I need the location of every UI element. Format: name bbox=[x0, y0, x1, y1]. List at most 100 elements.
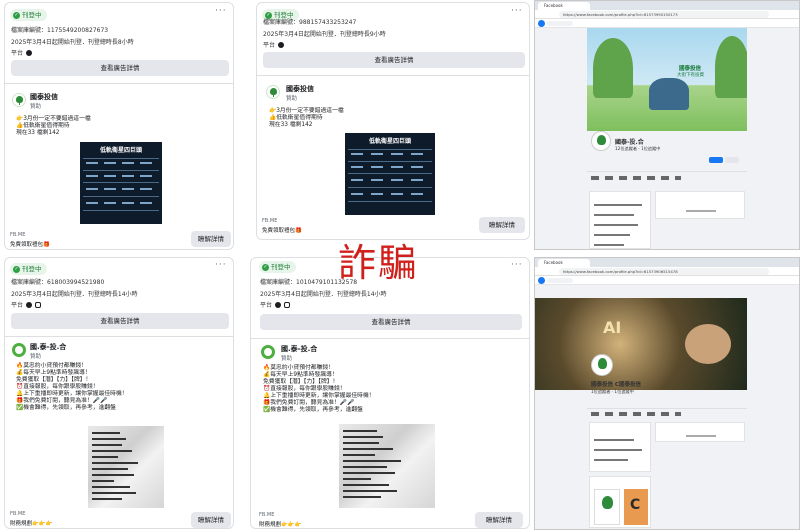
platform-row: 平台 bbox=[11, 300, 42, 309]
page-profile-picture[interactable] bbox=[591, 354, 613, 376]
learn-more-button[interactable]: 瞭解詳情 bbox=[479, 217, 525, 233]
facebook-logo-icon[interactable] bbox=[538, 277, 545, 284]
see-ad-details-button[interactable]: 查看廣告詳情 bbox=[11, 313, 229, 329]
advertiser-name[interactable]: 國泰投信 bbox=[286, 84, 314, 94]
page-tabs[interactable] bbox=[591, 176, 681, 180]
scam-label: 詐騙 bbox=[338, 241, 419, 285]
advertiser-avatar[interactable] bbox=[266, 85, 280, 99]
instagram-icon bbox=[284, 301, 291, 308]
photo-thumbnail[interactable] bbox=[594, 489, 620, 525]
address-bar: https://www.facebook.com/profile.php?id=… bbox=[535, 267, 799, 276]
url-field[interactable]: https://www.facebook.com/profile.php?id=… bbox=[559, 268, 769, 275]
advertiser-name[interactable]: 國.泰-投.合 bbox=[30, 342, 66, 352]
advertiser-avatar[interactable] bbox=[12, 93, 26, 107]
see-ad-details-button[interactable]: 查看廣告詳情 bbox=[11, 60, 229, 76]
platform-row: 平台 bbox=[260, 300, 291, 309]
ad-image[interactable] bbox=[339, 424, 435, 508]
advertiser-avatar[interactable] bbox=[12, 343, 26, 357]
run-date: 2025年3月4日起開始刊登．刊登總時長14小時 bbox=[260, 291, 387, 298]
facebook-icon bbox=[278, 41, 285, 48]
see-ad-details-button[interactable]: 查看廣告詳情 bbox=[260, 314, 522, 330]
browser-window-1: Facebook https://www.facebook.com/profil… bbox=[534, 0, 800, 250]
photos-panel: C bbox=[589, 476, 651, 528]
status-badge: ✓ 刊登中 bbox=[259, 261, 296, 273]
facebook-icon bbox=[26, 49, 33, 56]
ad-body-line: 👉3月份一定不要錯過這一檔 bbox=[269, 108, 344, 114]
cover-photo[interactable]: 國泰投信 大街下有投資 bbox=[587, 28, 747, 131]
page-profile-picture[interactable] bbox=[591, 131, 611, 151]
cover-title: 國泰投信 bbox=[679, 66, 702, 72]
facebook-icon bbox=[26, 301, 33, 308]
tab-bar: Facebook bbox=[535, 1, 799, 10]
check-icon: ✓ bbox=[13, 11, 20, 19]
sponsored-label: 贊助 bbox=[30, 354, 42, 360]
divider bbox=[5, 336, 233, 337]
link-caption: 免費領取禮包🎁 bbox=[262, 228, 302, 234]
more-options-icon[interactable]: ··· bbox=[215, 260, 227, 270]
ad-image-title: 低軌衛星四巨頭 bbox=[99, 147, 142, 154]
advertiser-name[interactable]: 國泰投信 bbox=[30, 92, 58, 102]
more-options-icon[interactable]: ··· bbox=[511, 260, 523, 270]
library-id: 檔案庫編號：1175549200827673 bbox=[11, 27, 109, 34]
cover-subtitle: 大街下有投資 bbox=[677, 73, 704, 78]
learn-more-button[interactable]: 瞭解詳情 bbox=[475, 512, 523, 528]
link-caption: 免費領取禮包🎁 bbox=[10, 242, 50, 248]
intro-panel bbox=[589, 191, 651, 249]
page-followers: 1位追蹤者 · 1位追蹤中 bbox=[591, 389, 634, 394]
facebook-search-input[interactable] bbox=[547, 278, 573, 283]
sponsored-label: 贊助 bbox=[30, 104, 42, 110]
browser-tab[interactable]: Facebook bbox=[538, 2, 590, 10]
ad-body-line: ✅機會難得，先領取，再參考，進翻盤 bbox=[16, 405, 116, 411]
library-id: 檔案庫編號：618003994521980 bbox=[11, 279, 105, 286]
instagram-icon bbox=[35, 301, 42, 308]
cover-photo[interactable]: AI bbox=[535, 298, 747, 390]
link-domain: FB.ME bbox=[259, 512, 275, 518]
ad-body-line: 👍低軌衛星值得期待 bbox=[269, 115, 323, 121]
ad-image-title: 低軌衛星四巨頭 bbox=[368, 138, 411, 145]
ad-image[interactable] bbox=[88, 426, 164, 508]
more-options-icon[interactable]: ··· bbox=[215, 6, 227, 16]
ad-body-line: 💰每天早上9點準時發飆導！ bbox=[263, 372, 338, 378]
learn-more-button[interactable]: 瞭解詳情 bbox=[191, 231, 231, 247]
address-bar: https://www.facebook.com/profile.php?id=… bbox=[535, 10, 799, 19]
ad-image[interactable]: 低軌衛星四巨頭 bbox=[345, 133, 435, 215]
facebook-search-input[interactable] bbox=[547, 21, 573, 26]
status-badge: ✓ 刊登中 bbox=[10, 263, 47, 275]
advertiser-avatar[interactable] bbox=[261, 345, 275, 359]
ad-image[interactable]: 低軌衛星四巨頭 bbox=[80, 142, 162, 224]
library-id: 檔案庫編號：988157433253247 bbox=[263, 19, 357, 26]
run-date: 2025年3月4日起開始刊登．刊登總時長14小時 bbox=[11, 291, 138, 298]
tabs-divider bbox=[587, 171, 747, 172]
ad-body-line: ✅機會難得，先領取，再參考，進翻盤 bbox=[263, 407, 363, 413]
link-caption: 財務規劃👉👉👉 bbox=[10, 521, 53, 527]
platform-row: 平台 bbox=[263, 40, 285, 49]
link-domain: FB.ME bbox=[10, 232, 26, 238]
ad-card-3: ✓ 刊登中 ··· 檔案庫編號：618003994521980 2025年3月4日… bbox=[4, 257, 234, 529]
facebook-logo-icon[interactable] bbox=[538, 20, 545, 27]
page-tabs[interactable] bbox=[591, 412, 681, 416]
status-badge: ✓ 刊登中 bbox=[10, 9, 47, 21]
browser-tab[interactable]: Facebook bbox=[538, 259, 590, 267]
sponsored-label: 贊助 bbox=[286, 96, 298, 102]
run-date: 2025年3月4日起開始刊登．刊登總時長8小時 bbox=[11, 39, 134, 46]
ad-body-line: ⏰直接報股，每你跟學股賺錢！ bbox=[263, 386, 346, 392]
ad-body-line: 🔔上下重播即時更新，讓你掌握最佳時機！ bbox=[16, 391, 128, 397]
ad-body-line: 🔥莫忠約小貸預付都賺錢！ bbox=[16, 363, 87, 369]
message-button[interactable] bbox=[725, 157, 739, 163]
url-field[interactable]: https://www.facebook.com/profile.php?id=… bbox=[559, 11, 769, 18]
check-icon: ✓ bbox=[13, 265, 20, 273]
learn-more-button[interactable]: 瞭解詳情 bbox=[191, 512, 231, 528]
sponsored-label: 贊助 bbox=[281, 356, 293, 362]
run-date: 2025年3月4日起開始刊登．刊登總時長9小時 bbox=[263, 31, 386, 38]
intro-panel bbox=[589, 422, 651, 472]
platform-row: 平台 bbox=[11, 48, 33, 57]
like-button[interactable] bbox=[709, 157, 723, 163]
photo-thumbnail[interactable]: C bbox=[624, 489, 648, 525]
advertiser-name[interactable]: 國.泰-投.合 bbox=[281, 344, 317, 354]
tab-bar: Facebook bbox=[535, 258, 799, 267]
ad-card-4: ✓ 刊登中 ··· 檔案庫編號：1010479101132578 2025年3月4… bbox=[250, 257, 530, 529]
tabs-divider bbox=[587, 408, 747, 409]
see-ad-details-button[interactable]: 查看廣告詳情 bbox=[263, 52, 525, 68]
more-options-icon[interactable]: ··· bbox=[511, 6, 523, 16]
divider bbox=[251, 338, 529, 339]
